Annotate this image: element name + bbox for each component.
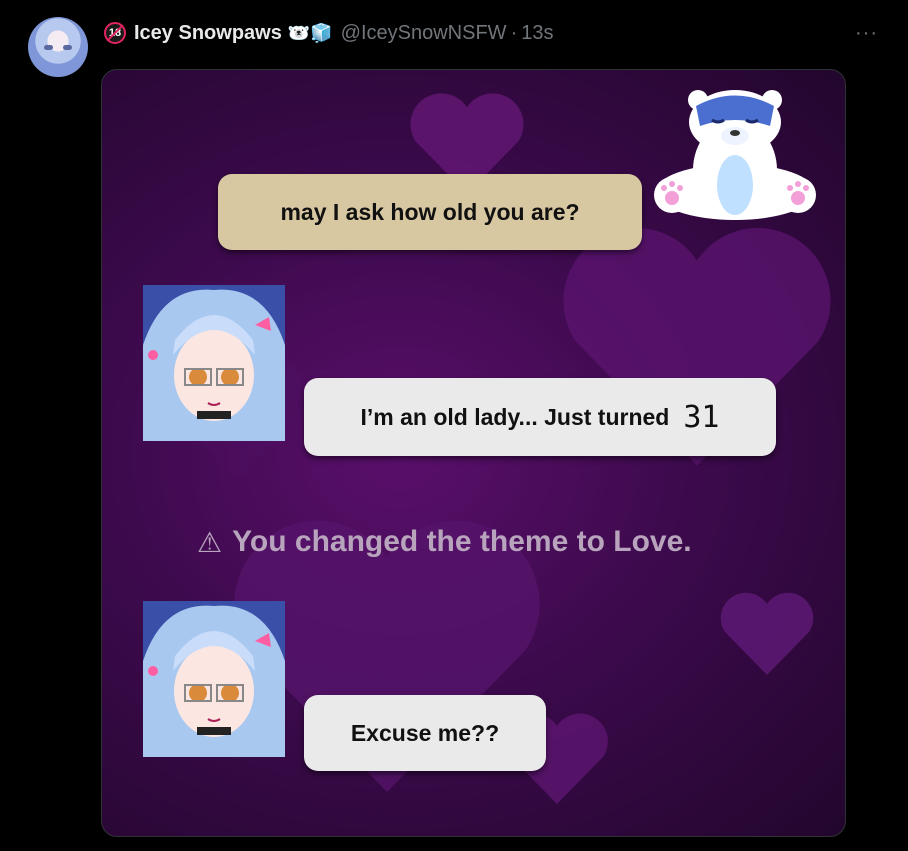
message-bubble-excuse-me: Excuse me?? — [304, 695, 546, 771]
message-bubble-question: may I ask how old you are? — [218, 174, 642, 250]
age-number: 31 — [683, 399, 720, 435]
post-timestamp[interactable]: 13s — [521, 22, 553, 45]
vtuber-portrait — [143, 285, 285, 441]
message-text: I’m an old lady... Just turned — [360, 403, 670, 430]
post-image[interactable]: may I ask how old you are? I’m an old la… — [101, 69, 846, 837]
name-emojis: 🐻‍❄️🧊 — [287, 22, 333, 43]
polar-bear-sticker — [654, 90, 816, 220]
message-bubble-age-reply: I’m an old lady... Just turned 31 — [304, 378, 776, 456]
notice-text: You changed the theme to Love. — [232, 525, 692, 558]
author-avatar[interactable] — [28, 17, 88, 77]
user-handle[interactable]: @IceySnowNSFW — [341, 22, 507, 45]
post-header: 18 Icey Snowpaws 🐻‍❄️🧊 @IceySnowNSFW · 1… — [104, 20, 553, 46]
vtuber-portrait — [143, 601, 285, 757]
avatar-eyes — [44, 45, 72, 51]
heart-decoration — [720, 592, 814, 675]
separator-dot: · — [510, 21, 518, 44]
message-text: may I ask how old you are? — [280, 198, 580, 225]
theme-change-notice: ⚠ You changed the theme to Love. — [197, 525, 692, 559]
more-options-icon[interactable]: ··· — [855, 22, 878, 45]
display-name[interactable]: Icey Snowpaws — [134, 22, 282, 45]
age-18-icon: 18 — [104, 22, 126, 44]
warning-triangle-icon: ⚠ — [197, 526, 223, 558]
message-text: Excuse me?? — [350, 719, 500, 746]
